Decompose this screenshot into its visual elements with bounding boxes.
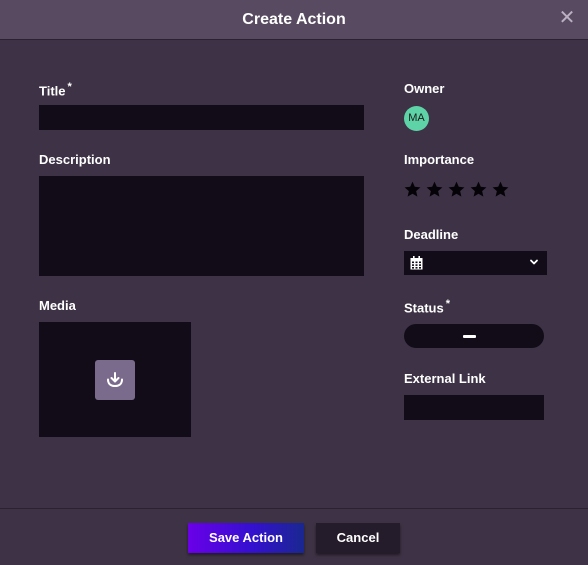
description-textarea[interactable] — [39, 176, 364, 276]
importance-rating — [403, 180, 510, 199]
external-link-label: External Link — [404, 371, 486, 386]
upload-button[interactable] — [95, 360, 135, 400]
status-label: Status * — [404, 298, 451, 316]
close-icon: ✕ — [558, 7, 576, 29]
star-icon[interactable] — [491, 180, 510, 199]
star-icon[interactable] — [469, 180, 488, 199]
importance-label: Importance — [404, 152, 475, 167]
star-icon[interactable] — [447, 180, 466, 199]
chevron-down-icon — [530, 259, 538, 265]
status-empty-indicator — [463, 335, 476, 338]
deadline-picker[interactable] — [404, 251, 547, 275]
external-link-input[interactable] — [404, 395, 544, 420]
title-input[interactable] — [39, 105, 364, 130]
deadline-label: Deadline — [404, 227, 459, 242]
description-label: Description — [39, 152, 111, 167]
save-action-button[interactable]: Save Action — [188, 523, 304, 553]
calendar-icon — [410, 256, 423, 270]
star-icon[interactable] — [403, 180, 422, 199]
status-select[interactable] — [404, 324, 544, 348]
title-label: Title * — [39, 81, 72, 99]
owner-label: Owner — [404, 81, 445, 96]
cancel-button[interactable]: Cancel — [316, 523, 400, 553]
dialog-header: Create Action ✕ — [0, 0, 588, 40]
owner-avatar[interactable]: MA — [404, 106, 429, 131]
dialog-title: Create Action — [242, 11, 346, 28]
footer-divider — [0, 508, 588, 509]
close-button[interactable]: ✕ — [558, 7, 576, 29]
star-icon[interactable] — [425, 180, 444, 199]
media-label: Media — [39, 298, 76, 313]
download-icon — [107, 372, 123, 388]
media-dropzone[interactable] — [39, 322, 191, 437]
